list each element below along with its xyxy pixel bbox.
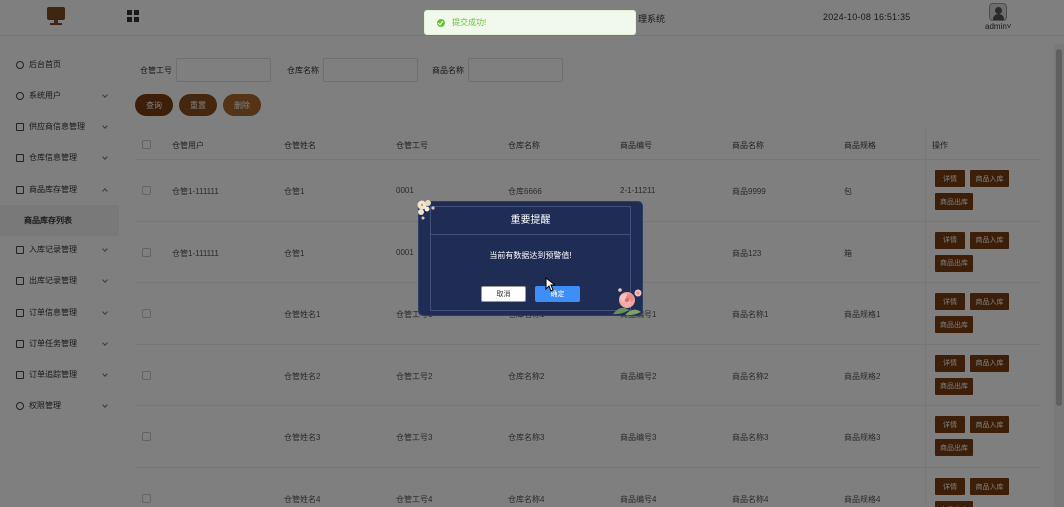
dialog-divider <box>430 234 631 235</box>
confirm-button[interactable]: 确定 <box>535 286 580 302</box>
success-toast: 提交成功! <box>424 10 636 35</box>
dialog-message: 当前有数据达到预警值! <box>489 251 572 260</box>
dialog-title: 重要提醒 <box>510 215 551 226</box>
toast-message: 提交成功! <box>452 18 487 27</box>
check-circle-icon <box>437 18 445 27</box>
flower-decoration-icon <box>613 288 642 316</box>
warning-dialog: 重要提醒 当前有数据达到预警值! 取消 确定 <box>417 200 642 316</box>
cancel-button[interactable]: 取消 <box>481 286 526 302</box>
mouse-cursor-icon <box>545 277 555 292</box>
